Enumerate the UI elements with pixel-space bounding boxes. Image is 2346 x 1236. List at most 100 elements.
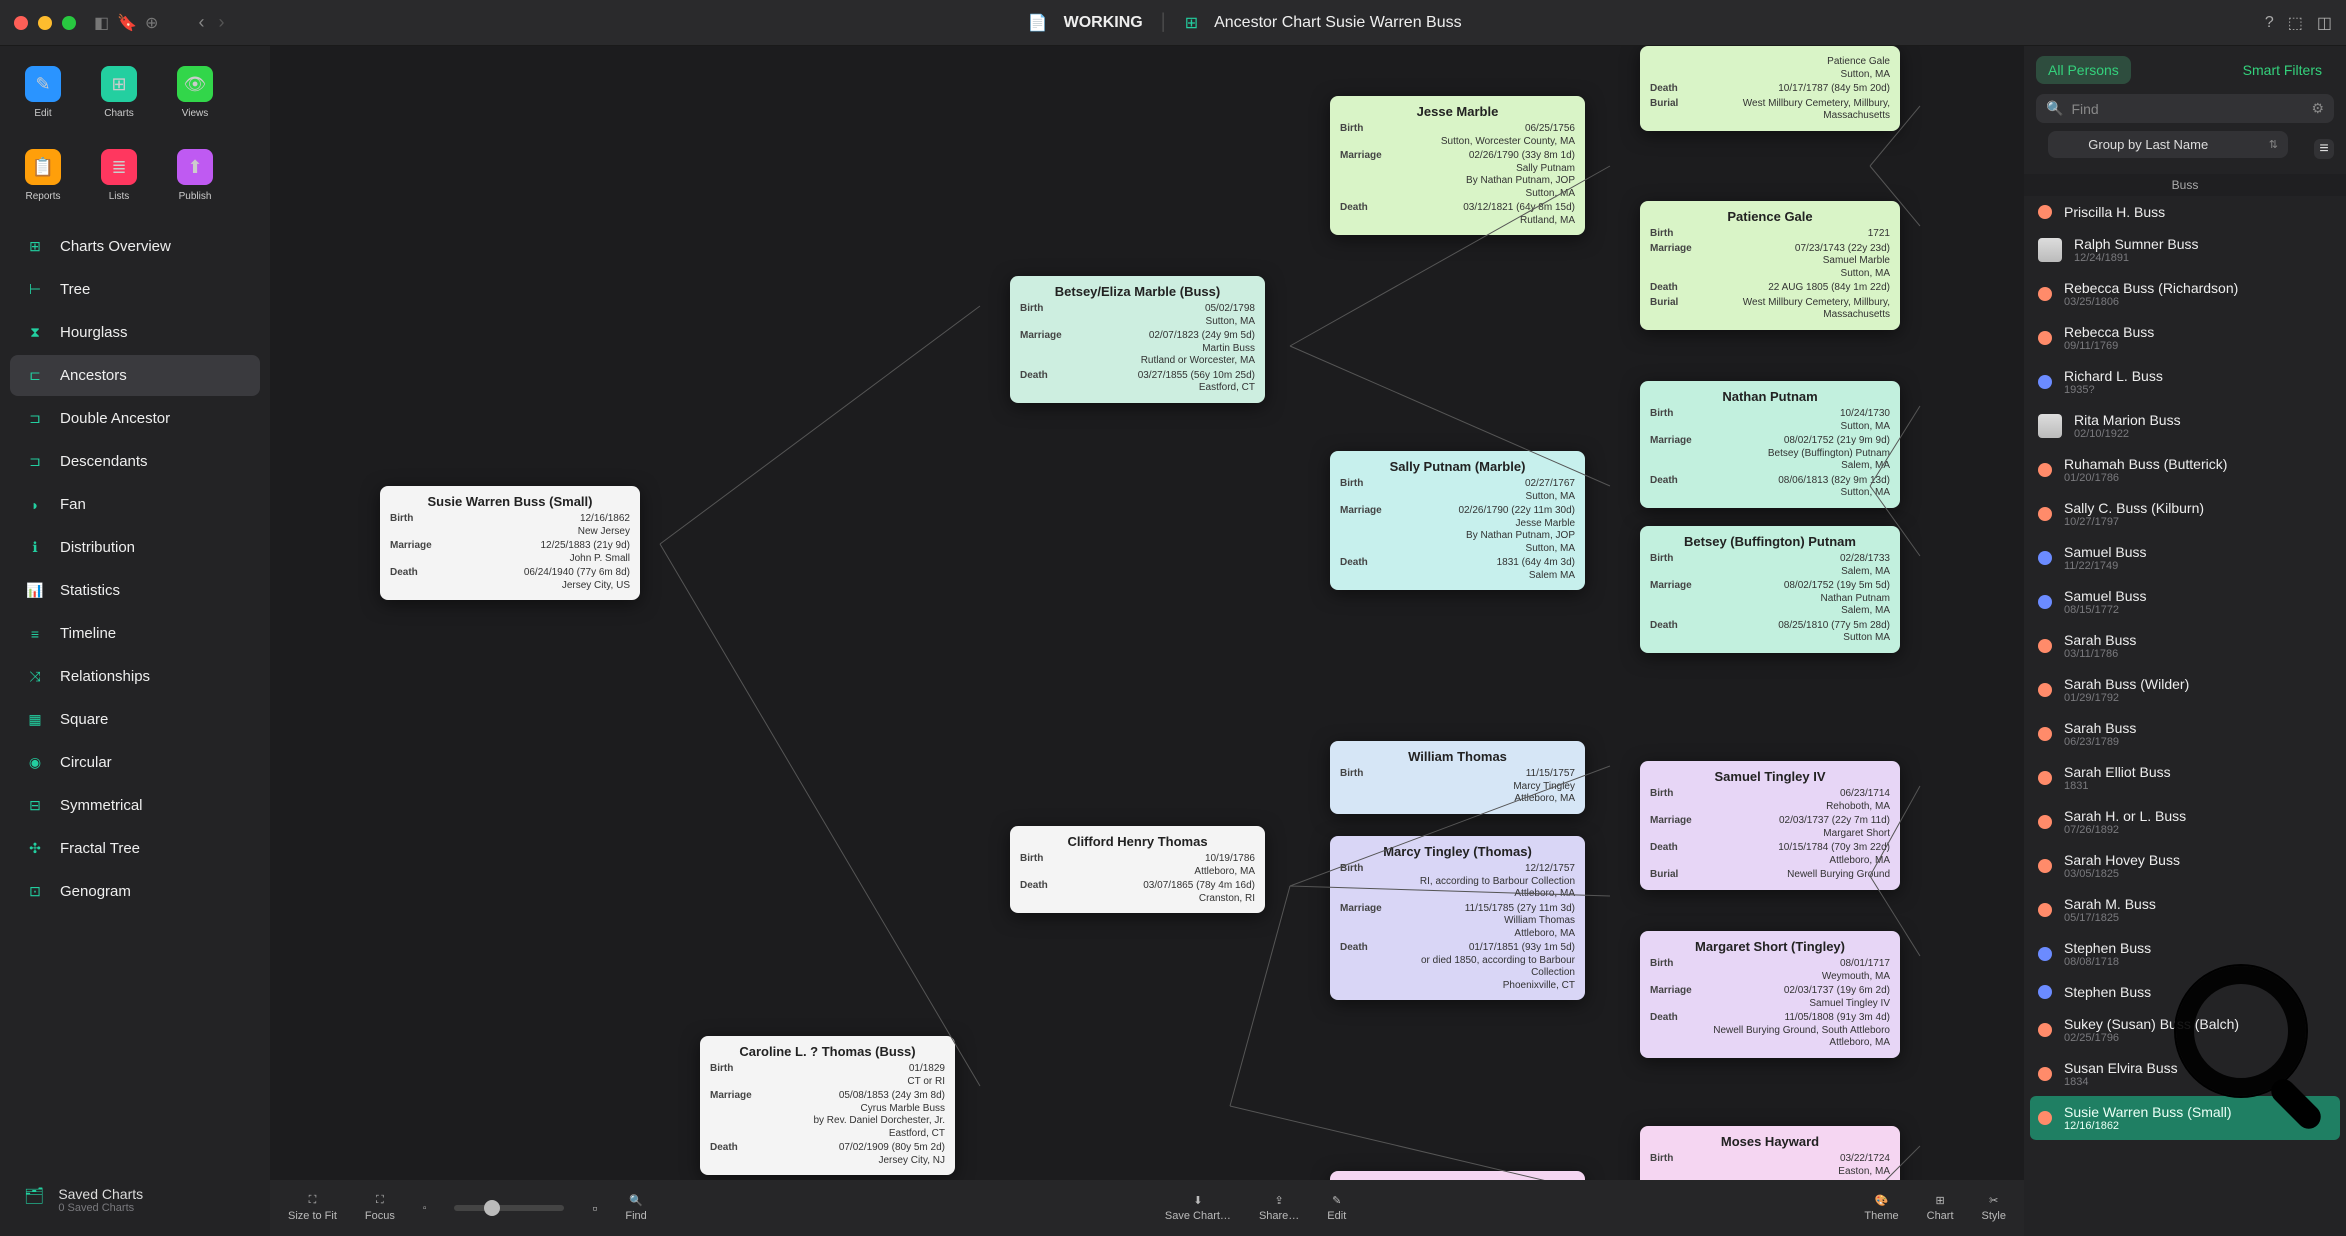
person-card[interactable]: Clifford Henry ThomasBirth10/19/1786Attl…	[1010, 826, 1265, 913]
person-card[interactable]: William ThomasBirth11/15/1757Marcy Tingl…	[1330, 741, 1585, 814]
person-item[interactable]: Rebecca Buss09/11/1769	[2024, 316, 2346, 360]
card-row: Marriage12/25/1883 (21y 9d)John P. Small	[390, 540, 630, 565]
share-button[interactable]: ⇪Share…	[1259, 1194, 1299, 1222]
tool-publish[interactable]: ⬆Publish	[172, 149, 218, 202]
nav-double-ancestor[interactable]: ⊐Double Ancestor	[10, 398, 260, 439]
globe-icon[interactable]: ⊕	[145, 13, 158, 33]
focus-button[interactable]: ⛶Focus	[365, 1194, 395, 1222]
nav-genogram[interactable]: ⊡Genogram	[10, 871, 260, 912]
zoom-out-icon[interactable]: ▫	[423, 1203, 427, 1214]
nav-saved-charts[interactable]: 🗂 Saved Charts 0 Saved Charts	[10, 1176, 260, 1224]
person-item[interactable]: Sarah Buss (Wilder)01/29/1792	[2024, 668, 2346, 712]
tool-edit[interactable]: ✎Edit	[20, 66, 66, 119]
person-item[interactable]: Stephen Buss08/08/1718	[2024, 932, 2346, 976]
nav-hourglass[interactable]: ⧗Hourglass	[10, 312, 260, 353]
grid-icon: ⊞	[24, 238, 46, 255]
sidebar-toggle-icon[interactable]: ◫	[2317, 13, 2332, 33]
zoom-in-icon[interactable]: ▫	[592, 1200, 597, 1216]
person-card[interactable]: Marcy Tingley (Thomas)Birth12/12/1757RI,…	[1330, 836, 1585, 1000]
sort-button[interactable]: ≡	[2314, 139, 2334, 159]
person-item[interactable]: Samuel Buss11/22/1749	[2024, 536, 2346, 580]
card-row: Birth03/22/1724Easton, MA	[1650, 1153, 1890, 1178]
person-item[interactable]: Sukey (Susan) Buss (Balch)02/25/1796	[2024, 1008, 2346, 1052]
card-row: Death1831 (64y 4m 3d)Salem MA	[1340, 557, 1575, 582]
nav-distribution[interactable]: ℹDistribution	[10, 527, 260, 568]
window-minimize[interactable]	[38, 16, 52, 30]
screen-icon[interactable]: ⬚	[2288, 13, 2303, 33]
person-card[interactable]: Betsey (Buffington) PutnamBirth02/28/173…	[1640, 526, 1900, 653]
nav-fractal[interactable]: ✣Fractal Tree	[10, 828, 260, 869]
fit-label: Size to Fit	[288, 1210, 337, 1222]
person-item[interactable]: Samuel Buss08/15/1772	[2024, 580, 2346, 624]
person-card[interactable]: Margaret Short (Tingley)Birth08/01/1717W…	[1640, 931, 1900, 1058]
nav-label: Double Ancestor	[60, 410, 170, 427]
nav-charts-overview[interactable]: ⊞Charts Overview	[10, 226, 260, 267]
person-item[interactable]: Susan Elvira Buss1834	[2024, 1052, 2346, 1096]
person-card[interactable]: Patience GaleSutton, MADeath10/17/1787 (…	[1640, 46, 1900, 131]
save-chart-button[interactable]: ⬇Save Chart…	[1165, 1194, 1231, 1222]
person-card[interactable]: Samuel Tingley IVBirth06/23/1714Rehoboth…	[1640, 761, 1900, 890]
person-item[interactable]: Sarah H. or L. Buss07/26/1892	[2024, 800, 2346, 844]
person-card[interactable]: Sally Putnam (Marble)Birth02/27/1767Sutt…	[1330, 451, 1585, 590]
smart-filters-button[interactable]: Smart Filters	[2231, 56, 2334, 84]
nav-fan[interactable]: ◗Fan	[10, 484, 260, 525]
style-button[interactable]: ✂Style	[1982, 1194, 2006, 1222]
nav-circular[interactable]: ◉Circular	[10, 742, 260, 783]
nav-descendants[interactable]: ⊐Descendants	[10, 441, 260, 482]
size-to-fit-button[interactable]: ⛶Size to Fit	[288, 1194, 337, 1222]
find-input[interactable]: 🔍 Find ⚙	[2036, 94, 2334, 123]
tag-icon[interactable]: 🔖	[117, 13, 137, 33]
descendants-icon: ⊐	[24, 453, 46, 470]
theme-button[interactable]: 🎨Theme	[1864, 1194, 1898, 1222]
tool-charts[interactable]: ⊞Charts	[96, 66, 142, 119]
person-item[interactable]: Richard L. Buss1935?	[2024, 360, 2346, 404]
person-item[interactable]: Ruhamah Buss (Butterick)01/20/1786	[2024, 448, 2346, 492]
person-item[interactable]: Sarah Buss06/23/1789	[2024, 712, 2346, 756]
person-item[interactable]: Rita Marion Buss02/10/1922	[2024, 404, 2346, 448]
settings-icon[interactable]: ⚙	[2311, 100, 2324, 117]
person-item[interactable]: Susie Warren Buss (Small)12/16/1862	[2030, 1096, 2340, 1140]
nav-relationships[interactable]: ⤨Relationships	[10, 656, 260, 697]
person-item[interactable]: Priscilla H. Buss	[2024, 196, 2346, 228]
nav-symmetrical[interactable]: ⊟Symmetrical	[10, 785, 260, 826]
row-label: Birth	[1020, 853, 1043, 878]
person-item[interactable]: Sally C. Buss (Kilburn)10/27/1797	[2024, 492, 2346, 536]
window-close[interactable]	[14, 16, 28, 30]
bookmark-icon[interactable]: ◧	[94, 13, 109, 33]
card-title: Jesse Marble	[1340, 104, 1575, 119]
edit-button[interactable]: ✎Edit	[1327, 1194, 1346, 1222]
find-button[interactable]: 🔍Find	[625, 1194, 646, 1222]
tool-reports[interactable]: 📋Reports	[20, 149, 66, 202]
nav-timeline[interactable]: ≡Timeline	[10, 613, 260, 654]
nav-square[interactable]: ▦Square	[10, 699, 260, 740]
chart-settings-button[interactable]: ⊞Chart	[1927, 1194, 1954, 1222]
person-card[interactable]: Jesse MarbleBirth06/25/1756Sutton, Worce…	[1330, 96, 1585, 235]
slider-knob[interactable]	[484, 1200, 500, 1216]
nav-statistics[interactable]: 📊Statistics	[10, 570, 260, 611]
all-persons-button[interactable]: All Persons	[2036, 56, 2131, 84]
tool-views[interactable]: 👁Views	[172, 66, 218, 119]
back-button[interactable]: ‹	[198, 12, 204, 33]
person-item[interactable]: Sarah Hovey Buss03/05/1825	[2024, 844, 2346, 888]
person-item[interactable]: Rebecca Buss (Richardson)03/25/1806	[2024, 272, 2346, 316]
person-item[interactable]: Ralph Sumner Buss12/24/1891	[2024, 228, 2346, 272]
nav-tree[interactable]: ⊢Tree	[10, 269, 260, 310]
row-label: Marriage	[1650, 580, 1692, 618]
group-by-select[interactable]: Group by Last Name ⇅	[2048, 131, 2288, 158]
window-zoom[interactable]	[62, 16, 76, 30]
person-item[interactable]: Sarah Elliot Buss1831	[2024, 756, 2346, 800]
person-card[interactable]: Betsey/Eliza Marble (Buss)Birth05/02/179…	[1010, 276, 1265, 403]
zoom-slider[interactable]	[454, 1205, 564, 1211]
person-card[interactable]: Patience GaleBirth1721Marriage07/23/1743…	[1640, 201, 1900, 330]
person-item[interactable]: Sarah Buss03/11/1786	[2024, 624, 2346, 668]
tool-lists[interactable]: ≣Lists	[96, 149, 142, 202]
help-icon[interactable]: ?	[2265, 14, 2274, 32]
chart-canvas[interactable]: Susie Warren Buss (Small)Birth12/16/1862…	[270, 46, 2024, 1236]
person-card[interactable]: Caroline L. ? Thomas (Buss)Birth01/1829C…	[700, 1036, 955, 1175]
person-item[interactable]: Sarah M. Buss05/17/1825	[2024, 888, 2346, 932]
person-card[interactable]: Susie Warren Buss (Small)Birth12/16/1862…	[380, 486, 640, 600]
person-avatar	[2038, 1111, 2052, 1125]
nav-ancestors[interactable]: ⊏Ancestors	[10, 355, 260, 396]
person-card[interactable]: Nathan PutnamBirth10/24/1730Sutton, MAMa…	[1640, 381, 1900, 508]
person-item[interactable]: Stephen Buss	[2024, 976, 2346, 1008]
